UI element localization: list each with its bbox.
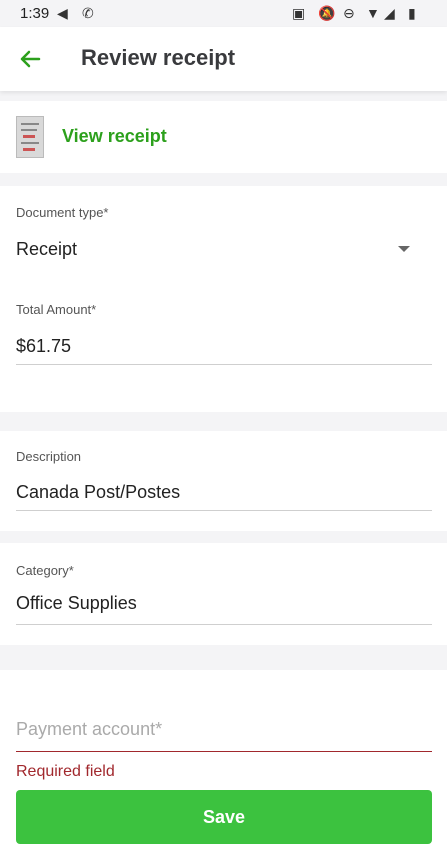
document-section: Document type* Receipt Total Amount* $61… — [0, 186, 447, 412]
call-forward-icon: ✆ — [82, 5, 94, 21]
dnd-icon: ⊖ — [343, 5, 355, 21]
category-input[interactable]: Office Supplies — [16, 593, 137, 614]
status-bar: 1:39 ◀ ✆ ▣ 🔕 ⊖ ▼ ◢ ▮ — [0, 0, 447, 27]
arrow-left-icon[interactable] — [18, 47, 42, 71]
description-underline — [16, 510, 432, 511]
receipt-thumbnail[interactable] — [16, 116, 44, 158]
description-section: Description Canada Post/Postes — [0, 431, 447, 531]
send-icon: ◀ — [57, 5, 68, 21]
category-label: Category* — [16, 563, 74, 578]
app-header: Review receipt — [0, 27, 447, 91]
mute-icon: 🔕 — [318, 5, 336, 21]
signal-icon: ◢ — [384, 5, 395, 21]
description-input[interactable]: Canada Post/Postes — [16, 482, 180, 503]
page-title: Review receipt — [81, 45, 236, 70]
save-button[interactable]: Save — [16, 790, 432, 844]
battery-icon: ▮ — [408, 5, 416, 21]
total-amount-label: Total Amount* — [16, 302, 97, 317]
document-type-label: Document type* — [16, 205, 109, 220]
payment-account-error: Required field — [16, 763, 115, 780]
category-section: Category* Office Supplies — [0, 543, 447, 645]
document-type-select[interactable]: Receipt — [16, 239, 77, 260]
payment-account-input[interactable]: Payment account* — [16, 719, 162, 740]
payment-account-underline — [16, 751, 432, 752]
view-receipt-link[interactable]: View receipt — [62, 126, 167, 147]
wifi-icon: ▼ — [366, 5, 380, 21]
receipt-card: View receipt — [0, 101, 447, 173]
category-underline — [16, 624, 432, 625]
status-time: 1:39 — [20, 5, 50, 22]
total-amount-input[interactable]: $61.75 — [16, 336, 71, 357]
cast-icon: ▣ — [292, 5, 306, 21]
description-label: Description — [16, 449, 82, 464]
chevron-down-icon[interactable] — [398, 246, 410, 252]
total-amount-underline — [16, 364, 432, 365]
